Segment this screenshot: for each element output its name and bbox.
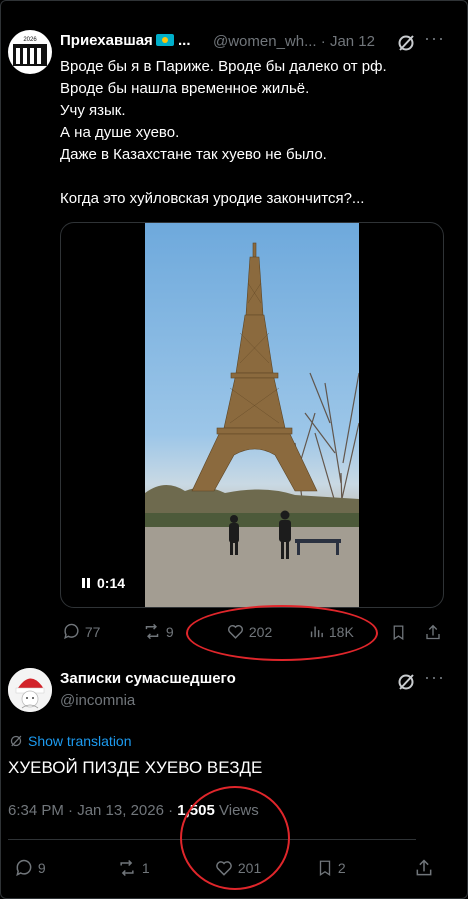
show-translation-label[interactable]: Show translation [28,733,132,749]
tweet-line-blank [60,166,450,188]
repost-button[interactable]: 9 [142,622,174,641]
reply-icon [16,859,32,877]
reply-button[interactable]: 77 [62,622,100,641]
video-player[interactable]: 0:14 [60,222,444,608]
bookmark-button[interactable]: 2 [316,858,346,878]
author-meta: @women_wh... · Jan 12 [213,33,375,50]
avatar[interactable]: 2026 [8,30,52,74]
tweet-line: Когда это хуйловская уродие закончится?.… [60,190,365,207]
author-name[interactable]: Приехавшая ... [60,32,191,49]
repost-count: 1 [141,860,150,876]
tweet-line: Даже в Казахстане так хуево не было. [60,146,327,163]
show-translation-link[interactable]: Show translation [8,733,132,749]
video-frame-eiffel-tower [145,223,359,607]
repost-icon [145,623,159,640]
author-name-text[interactable]: Приехавшая [60,32,153,49]
bookmark-icon[interactable] [390,623,407,642]
reply-icon [64,623,79,640]
bookmark-count: 2 [337,860,346,876]
avatar[interactable] [8,668,52,712]
kazakhstan-flag-icon [155,34,174,46]
tweet-line: Вроде бы нашла временное жильё. [60,80,310,97]
grok-icon[interactable] [396,672,416,692]
pause-icon[interactable] [81,577,91,589]
post-date[interactable]: · Jan 12 [321,33,375,50]
grok-icon[interactable] [396,33,416,53]
tweet-text: Вроде бы я в Париже. Вроде бы далеко от … [60,56,450,210]
more-icon[interactable]: ··· [424,28,445,49]
author-handle[interactable]: @women_wh... [213,33,317,50]
repost-icon [120,859,134,877]
tweet-text: ХУЕВОЙ ПИЗДЕ ХУЕВО ВЕЗДЕ [8,758,263,777]
video-time: 0:14 [97,575,126,591]
heart-icon [216,861,232,876]
repost-count: 9 [165,624,174,640]
tweet-line: Вроде бы я в Париже. Вроде бы далеко от … [60,58,387,75]
video-timestamp: 0:14 [81,575,125,591]
like-button[interactable]: 201 [214,858,261,878]
reply-count: 9 [37,860,46,876]
share-icon[interactable] [424,623,442,642]
more-icon[interactable]: ··· [424,667,445,688]
translate-icon [10,735,22,747]
tweet-line: А на душе хуево. [60,124,180,141]
tweet-line: Учу язык. [60,102,126,119]
bookmark-icon [319,860,331,877]
repost-button[interactable]: 1 [116,858,150,878]
reply-button[interactable]: 9 [14,858,46,878]
like-count: 201 [237,860,262,876]
share-icon[interactable] [414,858,434,878]
post-time[interactable]: 6:34 PM · Jan 13, 2026 · [8,802,173,819]
author-handle[interactable]: @incomnia [60,692,135,709]
reply-count: 77 [84,624,101,640]
avatar-caption: 2026 [23,37,37,43]
author-name[interactable]: Записки сумасшедшего [60,670,236,687]
red-annotation-circle [186,605,378,661]
name-ellipsis: ... [177,32,191,49]
